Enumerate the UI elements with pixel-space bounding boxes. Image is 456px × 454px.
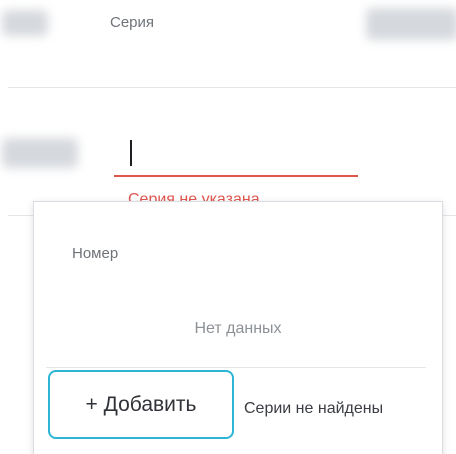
redacted-label-top-left: [2, 10, 48, 36]
redacted-label-middle-left: [2, 138, 78, 168]
dropdown-divider: [46, 367, 426, 368]
number-column-header: Номер: [72, 245, 119, 262]
series-input[interactable]: [114, 175, 358, 177]
series-input-caret: [130, 140, 132, 166]
series-column-label: Серия: [110, 14, 155, 31]
series-not-found-text: Серии не найдены: [244, 400, 384, 417]
redacted-value-top-right: [366, 8, 456, 40]
series-dropdown: Номер Нет данных + Добавить Серии не най…: [33, 201, 443, 454]
add-series-button[interactable]: + Добавить: [48, 370, 234, 439]
no-data-message: Нет данных: [194, 320, 282, 337]
document-series-form: Серия Серия не указана Номер Нет данных …: [0, 0, 456, 454]
row-divider-top: [8, 87, 456, 88]
